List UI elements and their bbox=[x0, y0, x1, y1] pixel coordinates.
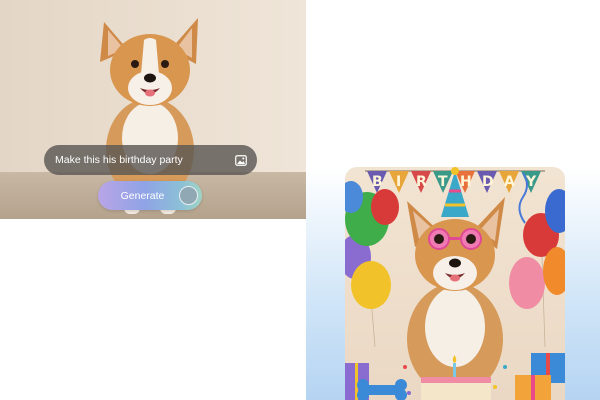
generated-birthday-photo: B I R T H D A Y bbox=[345, 167, 565, 400]
banner-letter: T bbox=[438, 174, 448, 190]
generate-button[interactable]: Generate bbox=[98, 181, 202, 210]
image-icon[interactable] bbox=[235, 154, 247, 166]
prompt-input[interactable]: Make this his birthday party bbox=[44, 145, 257, 175]
generate-label: Generate bbox=[120, 189, 165, 202]
generate-toggle-knob bbox=[179, 186, 198, 205]
banner-letter: I bbox=[396, 174, 401, 190]
prompt-text: Make this his birthday party bbox=[55, 154, 183, 166]
banner-letter: B bbox=[372, 174, 383, 190]
result-panel: B I R T H D A Y bbox=[306, 167, 600, 400]
banner-letter: D bbox=[482, 174, 494, 190]
banner-letter: H bbox=[460, 174, 472, 190]
result-card[interactable]: B I R T H D A Y bbox=[345, 167, 565, 400]
banner-letter: A bbox=[504, 174, 515, 190]
banner-letter: R bbox=[416, 174, 427, 190]
